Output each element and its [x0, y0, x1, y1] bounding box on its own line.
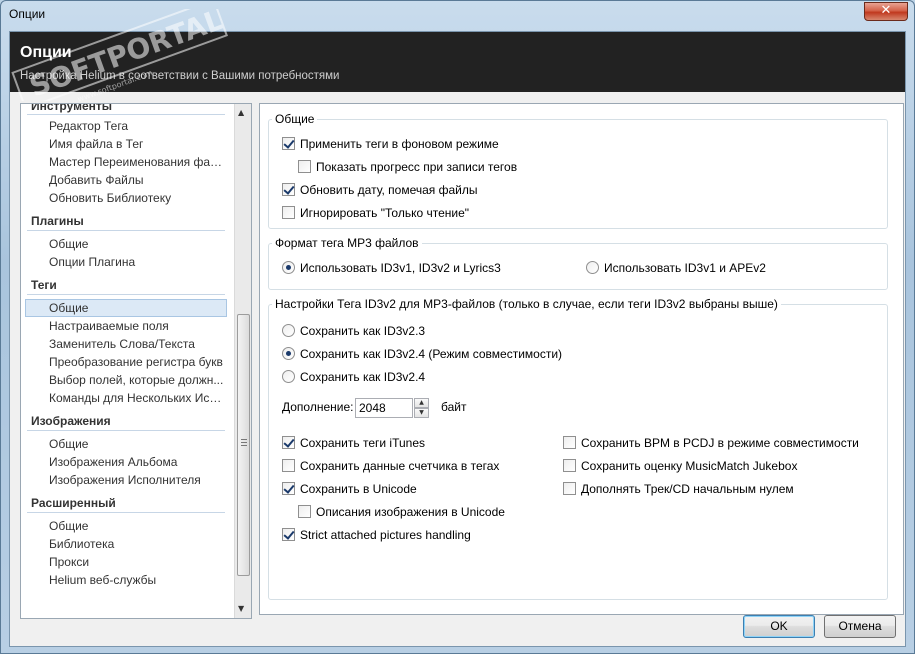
- option-save-play-counter[interactable]: Сохранить данные счетчика в тегах: [282, 459, 499, 473]
- nav-separator: [27, 512, 225, 513]
- nav-group-tags[interactable]: Теги: [31, 278, 57, 292]
- nav-item-proxy[interactable]: Прокси: [49, 555, 225, 569]
- nav-item-add-files[interactable]: Добавить Файлы: [49, 173, 225, 187]
- nav-item-custom-fields[interactable]: Настраиваемые поля: [49, 319, 225, 333]
- options-panel: Общие Применить теги в фоновом режиме По…: [259, 103, 904, 615]
- checkbox-checked[interactable]: [282, 482, 295, 495]
- header-title: Опции: [20, 44, 72, 61]
- close-icon[interactable]: ✕: [864, 2, 908, 21]
- option-show-progress[interactable]: Показать прогресс при записи тегов: [298, 160, 517, 174]
- cancel-button[interactable]: Отмена: [824, 615, 896, 638]
- checkbox[interactable]: [563, 459, 576, 472]
- scroll-thumb[interactable]: [237, 314, 250, 576]
- checkbox[interactable]: [563, 482, 576, 495]
- nav-separator: [27, 430, 225, 431]
- checkbox[interactable]: [563, 436, 576, 449]
- option-save-unicode[interactable]: Сохранить в Unicode: [282, 482, 417, 496]
- option-musicmatch-rating[interactable]: Сохранить оценку MusicMatch Jukebox: [563, 459, 797, 473]
- nav-group-plugins[interactable]: Плагины: [31, 214, 84, 228]
- radio-selected[interactable]: [282, 261, 295, 274]
- general-legend: Общие: [272, 112, 318, 126]
- checkbox-checked[interactable]: [282, 137, 295, 150]
- nav-item-advanced-general[interactable]: Общие: [49, 519, 225, 533]
- scroll-down-icon[interactable]: ▼: [238, 604, 244, 613]
- nav-item-case-conversion[interactable]: Преобразование регистра букв: [49, 355, 225, 369]
- nav-item-filename-to-tag[interactable]: Имя файла в Тег: [49, 137, 225, 151]
- radio-selected[interactable]: [282, 347, 295, 360]
- scroll-up-icon[interactable]: ▲: [238, 108, 244, 117]
- radio[interactable]: [586, 261, 599, 274]
- checkbox-checked[interactable]: [282, 436, 295, 449]
- nav-item-helium-web-services[interactable]: Helium веб-службы: [49, 573, 225, 587]
- option-image-desc-unicode[interactable]: Описания изображения в Unicode: [298, 505, 505, 519]
- title-bar[interactable]: Опции ✕: [1, 1, 914, 29]
- dialog-client: Опции Настройка Helium в соответствии с …: [9, 31, 906, 647]
- nav-item-library[interactable]: Библиотека: [49, 537, 225, 551]
- radio[interactable]: [282, 324, 295, 337]
- checkbox[interactable]: [282, 459, 295, 472]
- nav-item-plugins-general[interactable]: Общие: [49, 237, 225, 251]
- radio-id3v2-4-compat[interactable]: Сохранить как ID3v2.4 (Режим совместимос…: [282, 347, 562, 361]
- checkbox[interactable]: [298, 505, 311, 518]
- nav-item-multi-artist-commands[interactable]: Команды для Нескольких Испо...: [49, 391, 225, 405]
- nav-group-advanced[interactable]: Расширенный: [31, 496, 116, 510]
- nav-item-plugin-options[interactable]: Опции Плагина: [49, 255, 225, 269]
- dialog-header: Опции Настройка Helium в соответствии с …: [10, 32, 905, 92]
- ok-button[interactable]: OK: [743, 615, 815, 638]
- nav-item-update-library[interactable]: Обновить Библиотеку: [49, 191, 225, 205]
- nav-separator: [27, 294, 225, 295]
- radio[interactable]: [282, 370, 295, 383]
- padding-unit: байт: [441, 400, 467, 414]
- option-update-date[interactable]: Обновить дату, помечая файлы: [282, 183, 478, 197]
- nav-separator: [27, 230, 225, 231]
- nav-item-rename-wizard[interactable]: Мастер Переименования фай...: [49, 155, 225, 169]
- grip-icon: [241, 439, 247, 446]
- nav-group-tools[interactable]: Инструменты: [31, 104, 112, 113]
- options-window: Опции ✕ Опции Настройка Helium в соответ…: [0, 0, 915, 654]
- nav-item-artist-images[interactable]: Изображения Исполнителя: [49, 473, 225, 487]
- radio-id3v2-3[interactable]: Сохранить как ID3v2.3: [282, 324, 425, 338]
- nav-item-tags-general[interactable]: Общие: [49, 301, 225, 315]
- option-background-tags[interactable]: Применить теги в фоновом режиме: [282, 137, 499, 151]
- spin-up-icon[interactable]: ▲: [414, 398, 429, 408]
- id3v2-legend: Настройки Тега ID3v2 для MP3-файлов (тол…: [272, 297, 781, 311]
- nav-item-images-general[interactable]: Общие: [49, 437, 225, 451]
- option-bpm-pcdj[interactable]: Сохранить BPM в PCDJ в режиме совместимо…: [563, 436, 859, 450]
- checkbox-checked[interactable]: [282, 183, 295, 196]
- padding-input[interactable]: [355, 398, 413, 418]
- options-nav: Инструменты Редактор Тега Имя файла в Те…: [20, 103, 252, 619]
- nav-item-field-selection[interactable]: Выбор полей, которые должн...: [49, 373, 225, 387]
- nav-item-album-images[interactable]: Изображения Альбома: [49, 455, 225, 469]
- checkbox[interactable]: [282, 206, 295, 219]
- nav-item-word-replacer[interactable]: Заменитель Слова/Текста: [49, 337, 225, 351]
- header-subtitle: Настройка Helium в соответствии с Вашими…: [20, 70, 340, 82]
- nav-group-images[interactable]: Изображения: [31, 414, 111, 428]
- window-title: Опции: [9, 7, 46, 21]
- option-save-itunes[interactable]: Сохранить теги iTunes: [282, 436, 425, 450]
- padding-stepper[interactable]: ▲ ▼: [414, 398, 429, 418]
- radio-id3v1-id3v2-lyrics3[interactable]: Использовать ID3v1, ID3v2 и Lyrics3: [282, 261, 501, 275]
- nav-scrollbar[interactable]: ▲ ▼: [234, 104, 251, 618]
- nav-item-tag-editor[interactable]: Редактор Тега: [49, 119, 225, 133]
- radio-id3v1-apev2[interactable]: Использовать ID3v1 и APEv2: [586, 261, 766, 275]
- padding-label: Дополнение:: [282, 400, 354, 414]
- option-strict-pictures[interactable]: Strict attached pictures handling: [282, 528, 471, 542]
- checkbox-checked[interactable]: [282, 528, 295, 541]
- option-ignore-readonly[interactable]: Игнорировать "Только чтение": [282, 206, 469, 220]
- radio-id3v2-4[interactable]: Сохранить как ID3v2.4: [282, 370, 425, 384]
- spin-down-icon[interactable]: ▼: [414, 408, 429, 418]
- nav-separator: [27, 114, 225, 115]
- checkbox[interactable]: [298, 160, 311, 173]
- option-pad-track-zero[interactable]: Дополнять Трек/CD начальным нулем: [563, 482, 794, 496]
- mp3-format-legend: Формат тега MP3 файлов: [272, 236, 422, 250]
